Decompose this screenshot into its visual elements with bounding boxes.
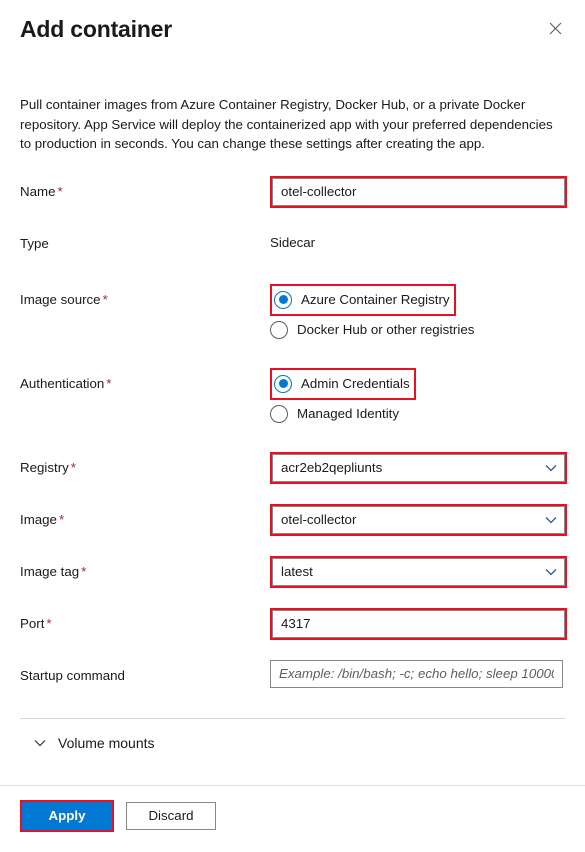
chevron-down-icon [545, 464, 557, 472]
chevron-down-icon [545, 568, 557, 576]
chevron-down-icon [545, 516, 557, 524]
image-highlight: otel-collector [270, 503, 567, 536]
authentication-option-admin-highlight: Admin Credentials [270, 367, 416, 400]
form-row-image-source: Image source * Azure Container Registry D [20, 283, 565, 344]
startup-command-label-text: Startup command [20, 667, 125, 683]
radio-label: Admin Credentials [301, 376, 410, 391]
image-source-label-text: Image source [20, 291, 101, 307]
type-label: Type [20, 228, 270, 252]
image-source-label: Image source * [20, 284, 270, 308]
panel-footer: Apply Discard [0, 786, 585, 852]
name-label: Name * [20, 176, 270, 200]
required-asterisk: * [102, 291, 108, 307]
volume-mounts-accordion[interactable]: Volume mounts [20, 725, 565, 761]
form-row-authentication: Authentication * Admin Credentials Manage [20, 367, 565, 428]
required-asterisk: * [106, 375, 112, 391]
radio-option-admin-credentials[interactable]: Admin Credentials [274, 370, 410, 398]
radio-mark-icon [270, 404, 288, 423]
radio-mark-icon [270, 320, 288, 339]
form-row-image-tag: Image tag * latest [20, 555, 567, 590]
image-tag-control: latest [270, 555, 567, 588]
radio-label: Docker Hub or other registries [297, 322, 475, 337]
radio-option-managed-identity[interactable]: Managed Identity [270, 400, 565, 428]
image-source-radio-group: Azure Container Registry Docker Hub or o… [270, 283, 565, 344]
form-row-type: Type Sidecar [20, 228, 565, 262]
image-source-control: Azure Container Registry Docker Hub or o… [270, 283, 565, 344]
image-tag-selected-value: latest [281, 564, 313, 579]
image-label-text: Image [20, 511, 57, 527]
add-container-panel: Add container Pull container images from… [0, 0, 585, 852]
radio-mark-selected-icon [274, 374, 292, 393]
image-tag-select[interactable]: latest [272, 557, 565, 586]
registry-control: acr2eb2qepliunts [270, 451, 567, 484]
startup-command-control [270, 659, 565, 688]
image-tag-label-text: Image tag [20, 563, 80, 579]
port-label: Port * [20, 608, 270, 632]
radio-mark-selected-icon [274, 290, 292, 309]
authentication-radio-group: Admin Credentials Managed Identity [270, 367, 565, 428]
panel-body: Pull container images from Azure Contain… [0, 56, 585, 785]
registry-highlight: acr2eb2qepliunts [270, 451, 567, 484]
image-source-option-acr-highlight: Azure Container Registry [270, 283, 456, 316]
registry-label: Registry * [20, 452, 270, 476]
container-form: Name* Type Sidecar [20, 175, 567, 694]
startup-command-input[interactable] [270, 659, 563, 688]
required-asterisk: * [57, 183, 63, 199]
required-asterisk: * [46, 615, 52, 631]
required-asterisk: * [70, 459, 76, 475]
section-divider [20, 717, 565, 719]
apply-button-highlight: Apply [20, 800, 114, 832]
registry-selected-value: acr2eb2qepliunts [281, 460, 383, 475]
required-asterisk: * [81, 563, 87, 579]
port-label-text: Port [20, 615, 45, 631]
image-control: otel-collector [270, 503, 567, 536]
type-value: Sidecar [270, 234, 316, 250]
page-title: Add container [20, 16, 173, 42]
authentication-control: Admin Credentials Managed Identity [270, 367, 565, 428]
startup-command-label: Startup command [20, 660, 270, 684]
port-highlight [270, 607, 567, 640]
radio-option-docker-hub[interactable]: Docker Hub or other registries [270, 316, 565, 344]
type-control: Sidecar [270, 228, 565, 250]
authentication-label: Authentication * [20, 368, 270, 392]
radio-option-azure-container-registry[interactable]: Azure Container Registry [274, 286, 450, 314]
volume-mounts-label: Volume mounts [58, 734, 155, 751]
radio-label: Managed Identity [297, 406, 400, 421]
form-row-name: Name * [20, 175, 567, 210]
image-tag-label: Image tag * [20, 556, 270, 580]
image-tag-highlight: latest [270, 555, 567, 588]
port-control [270, 607, 567, 640]
panel-description: Pull container images from Azure Contain… [20, 97, 553, 151]
name-label-text: Name [20, 183, 56, 199]
image-select[interactable]: otel-collector [272, 505, 565, 534]
image-selected-value: otel-collector [281, 512, 357, 527]
image-label: Image * [20, 504, 270, 528]
type-label-text: Type [20, 235, 49, 251]
name-control [270, 175, 567, 208]
panel-header: Add container [0, 0, 585, 56]
form-row-port: Port * [20, 607, 567, 642]
radio-label: Azure Container Registry [301, 292, 450, 307]
registry-label-text: Registry [20, 459, 69, 475]
form-row-registry: Registry * acr2eb2qepliunts [20, 451, 567, 486]
chevron-down-icon [34, 739, 46, 747]
name-input[interactable] [272, 177, 565, 206]
authentication-label-text: Authentication [20, 375, 105, 391]
form-row-image: Image * otel-collector [20, 503, 567, 538]
close-icon[interactable] [539, 12, 571, 44]
apply-button[interactable]: Apply [22, 802, 112, 830]
required-asterisk: * [58, 511, 65, 527]
port-input[interactable] [272, 609, 565, 638]
discard-button[interactable]: Discard [126, 802, 216, 830]
name-highlight [270, 175, 567, 208]
form-row-startup-command: Startup command [20, 659, 565, 694]
registry-select[interactable]: acr2eb2qepliunts [272, 453, 565, 482]
